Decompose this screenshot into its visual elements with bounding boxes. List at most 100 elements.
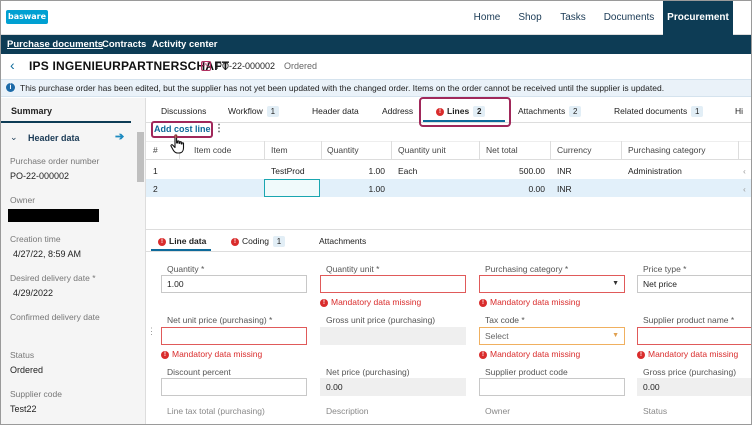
table-row-selected[interactable]	[146, 179, 751, 197]
summary-scrollbar[interactable]	[137, 132, 144, 182]
summary-label-desired-delivery: Desired delivery date *	[10, 273, 96, 283]
subnav-activity-center[interactable]: Activity center	[152, 35, 217, 54]
row1-net-total[interactable]: 500.00	[479, 166, 545, 176]
tab-attachments-count: 2	[569, 106, 582, 117]
column-header-purchasing-category[interactable]: Purchasing category	[628, 145, 706, 155]
row2-currency[interactable]: INR	[557, 184, 572, 194]
row1-unit[interactable]: Each	[398, 166, 417, 176]
chevron-down-icon: ▼	[612, 332, 619, 339]
gross-unit-price-input	[320, 327, 466, 345]
error-icon: !	[479, 350, 487, 359]
net-unit-price-label: Net unit price (purchasing) *	[167, 315, 273, 325]
supplier-product-name-input[interactable]	[637, 327, 751, 345]
nav-shop[interactable]: Shop	[511, 1, 549, 35]
tab-workflow[interactable]: Workflow 1	[228, 106, 279, 117]
lines-tab-highlight	[419, 97, 511, 127]
column-header-quantity-unit[interactable]: Quantity unit	[398, 145, 446, 155]
tax-code-select[interactable]: Select ▼	[479, 327, 625, 345]
tab-history-partial[interactable]: Hi	[735, 106, 743, 116]
tab-address[interactable]: Address	[382, 106, 413, 116]
chevron-left-icon[interactable]: ‹	[10, 57, 15, 73]
column-header-net-total[interactable]: Net total	[486, 145, 518, 155]
column-separator	[479, 141, 480, 160]
purchasing-category-select[interactable]: ▼	[479, 275, 625, 293]
quantity-label: Quantity *	[167, 264, 205, 274]
column-header-currency[interactable]: Currency	[557, 145, 591, 155]
discount-percent-input[interactable]	[161, 378, 307, 396]
nav-home[interactable]: Home	[466, 1, 508, 35]
column-separator	[264, 141, 265, 160]
summary-label-creation-time: Creation time	[10, 234, 61, 244]
supplier-product-code-input[interactable]	[479, 378, 625, 396]
owner-label: Owner	[485, 406, 511, 416]
net-price-label: Net price (purchasing)	[326, 367, 410, 377]
row2-net-total[interactable]: 0.00	[479, 184, 545, 194]
summary-label-owner: Owner	[10, 195, 36, 205]
row2-item-cell-selected[interactable]	[264, 179, 320, 197]
column-separator	[391, 141, 392, 160]
quantity-unit-input[interactable]	[320, 275, 466, 293]
nav-tasks[interactable]: Tasks	[552, 1, 594, 35]
row1-quantity[interactable]: 1.00	[321, 166, 385, 176]
column-separator	[621, 141, 622, 160]
summary-section-header-data[interactable]: Header data	[28, 133, 80, 143]
tab-line-attachments[interactable]: Attachments	[319, 236, 366, 246]
drag-handle-icon[interactable]: ⋮	[147, 326, 156, 337]
summary-label-status: Status	[10, 350, 35, 360]
info-icon: i	[6, 83, 15, 92]
tab-discussions[interactable]: Discussions	[161, 106, 206, 116]
tab-attachments[interactable]: Attachments 2	[518, 106, 582, 117]
subnav-contracts[interactable]: Contracts	[102, 35, 146, 54]
summary-value-creation-time: 4/27/22, 8:59 AM	[13, 249, 82, 259]
add-cost-line-button[interactable]: Add cost line	[154, 124, 211, 134]
supplier-product-name-error: ! Mandatory data missing	[637, 349, 738, 359]
row2-number[interactable]: 2	[153, 184, 158, 194]
owner-redacted	[8, 209, 99, 222]
subnav-purchase-documents[interactable]: Purchase documents	[7, 35, 103, 54]
quantity-input[interactable]: 1.00	[161, 275, 307, 293]
column-header-quantity[interactable]: Quantity	[327, 145, 359, 155]
summary-label-po-number: Purchase order number	[10, 156, 100, 166]
column-separator	[738, 141, 739, 160]
column-header-number[interactable]: #	[153, 145, 158, 155]
error-icon: !	[231, 237, 239, 246]
nav-procurement[interactable]: Procurement	[663, 1, 733, 35]
row1-item[interactable]: TestProd	[271, 166, 305, 176]
hand-pointer-icon	[170, 134, 185, 154]
chevron-down-icon[interactable]: ⌄	[10, 132, 18, 143]
gross-price-value: 0.00	[637, 378, 751, 396]
row1-overflow: ‹	[743, 166, 746, 176]
error-icon: !	[158, 237, 166, 246]
supplier-product-code-label: Supplier product code	[485, 367, 568, 377]
summary-value-status: Ordered	[10, 365, 44, 375]
row1-currency[interactable]: INR	[557, 166, 572, 176]
grid-footer-divider	[146, 229, 751, 230]
net-unit-price-error: ! Mandatory data missing	[161, 349, 262, 359]
net-unit-price-input[interactable]	[161, 327, 307, 345]
tab-workflow-count: 1	[266, 106, 279, 117]
more-actions-icon[interactable]: ⋮	[214, 123, 224, 134]
line-data-tab-underline	[151, 249, 211, 251]
line-tax-total-label: Line tax total (purchasing)	[167, 406, 265, 416]
summary-underline	[1, 121, 131, 123]
row2-overflow: ‹	[743, 184, 746, 194]
info-banner-text: This purchase order has been edited, but…	[20, 83, 665, 93]
tax-code-label: Tax code *	[485, 315, 525, 325]
price-type-select[interactable]: Net price	[637, 275, 751, 293]
purchase-order-icon: PO	[201, 61, 211, 71]
row1-number[interactable]: 1	[153, 166, 158, 176]
nav-documents[interactable]: Documents	[598, 1, 660, 35]
tab-related-documents[interactable]: Related documents 1	[614, 106, 704, 117]
summary-value-supplier-code: Test22	[10, 404, 37, 414]
column-header-item[interactable]: Item	[271, 145, 288, 155]
tab-header-data[interactable]: Header data	[312, 106, 359, 116]
tab-line-data[interactable]: ! Line data	[158, 236, 206, 246]
row1-category[interactable]: Administration	[628, 166, 682, 176]
tab-coding[interactable]: ! Coding 1	[231, 236, 285, 247]
gross-unit-price-label: Gross unit price (purchasing)	[326, 315, 436, 325]
row2-quantity[interactable]: 1.00	[321, 184, 385, 194]
error-icon: !	[320, 298, 328, 307]
column-separator	[550, 141, 551, 160]
arrow-right-icon[interactable]: ➔	[115, 130, 124, 143]
column-header-item-code[interactable]: Item code	[194, 145, 231, 155]
